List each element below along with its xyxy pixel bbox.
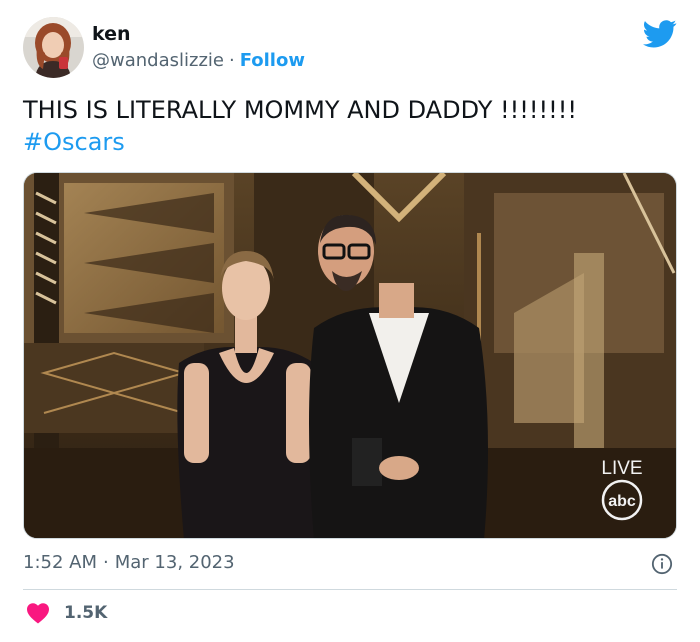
media-image: LIVE abc: [24, 173, 676, 538]
tweet-body: THIS IS LITERALLY MOMMY AND DADDY !!!!!!…: [23, 94, 673, 158]
author-name[interactable]: ken: [92, 23, 131, 45]
user-avatar-icon: [23, 17, 84, 78]
author-handle[interactable]: @wandaslizzie: [92, 50, 224, 71]
hashtag-link[interactable]: #Oscars: [23, 126, 673, 158]
twitter-bird-icon[interactable]: [643, 19, 677, 49]
likes-row[interactable]: 1.5K: [26, 601, 107, 625]
avatar[interactable]: [23, 17, 84, 78]
tweet-date: Mar 13, 2023: [114, 552, 235, 573]
live-label: LIVE: [601, 458, 642, 479]
info-icon[interactable]: [651, 553, 673, 575]
date-separator: ·: [103, 552, 109, 573]
tweet-time: 1:52 AM: [23, 552, 97, 573]
tweet-media[interactable]: LIVE abc: [23, 172, 677, 539]
divider: [23, 589, 677, 590]
heart-icon[interactable]: [26, 602, 50, 624]
tweet-text: THIS IS LITERALLY MOMMY AND DADDY !!!!!!…: [23, 96, 577, 124]
handle-separator: ·: [228, 50, 235, 71]
follow-button[interactable]: Follow: [240, 50, 305, 71]
tweet-timestamp[interactable]: 1:52 AM · Mar 13, 2023: [23, 552, 235, 573]
network-logo: abc: [608, 493, 636, 510]
tweet-card: ken @wandaslizzie · Follow THIS IS LITERAL…: [0, 0, 700, 642]
author-handle-row: @wandaslizzie · Follow: [92, 50, 305, 71]
like-count: 1.5K: [64, 603, 108, 623]
